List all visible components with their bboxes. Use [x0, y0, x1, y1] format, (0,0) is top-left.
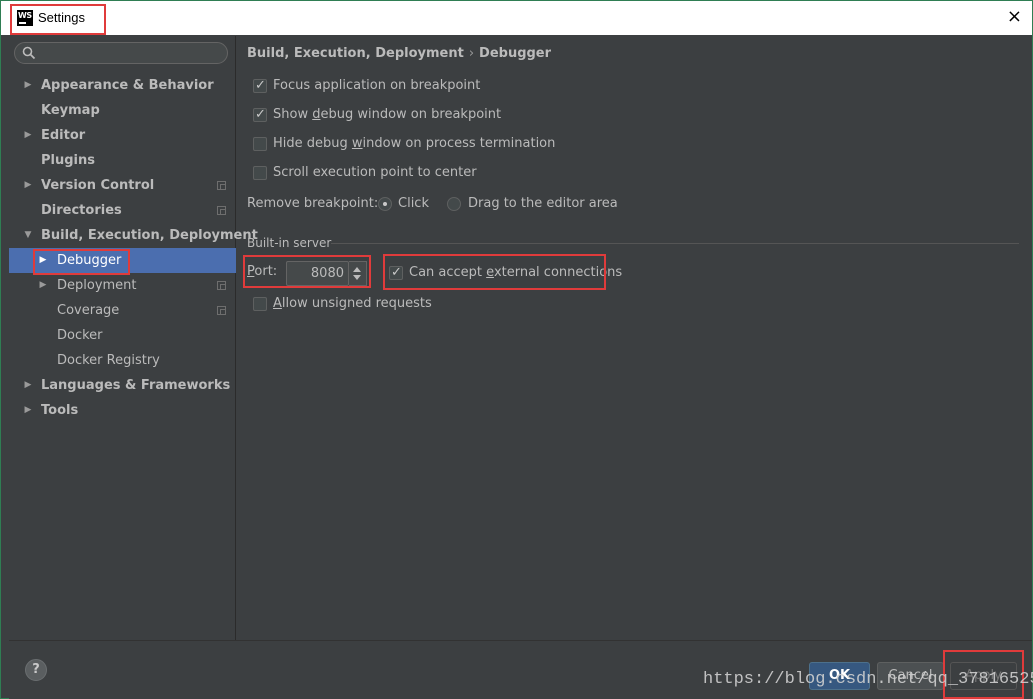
annotation-box-title — [10, 4, 106, 35]
annotation-box-accept — [383, 254, 606, 290]
sidebar-item-directories[interactable]: Directories — [9, 198, 236, 223]
project-scope-icon — [217, 281, 226, 290]
help-icon[interactable]: ? — [25, 659, 47, 681]
sidebar-item-appearance[interactable]: ▶ Appearance & Behavior — [9, 73, 236, 98]
project-scope-icon — [217, 306, 226, 315]
sidebar-item-label: Docker Registry — [57, 353, 160, 368]
remove-breakpoint-drag-radio[interactable] — [447, 197, 461, 211]
builtin-server-title: Built-in server — [247, 236, 332, 250]
sidebar-item-version-control[interactable]: ▶ Version Control — [9, 173, 236, 198]
project-scope-icon — [217, 181, 226, 190]
scroll-execution-label: Scroll execution point to center — [273, 165, 477, 180]
sidebar-item-label: Tools — [41, 403, 79, 418]
sidebar-item-label: Coverage — [57, 303, 120, 318]
sidebar-item-plugins[interactable]: Plugins — [9, 148, 236, 173]
sidebar-item-label: Appearance & Behavior — [41, 78, 214, 93]
sidebar-item-docker-registry[interactable]: Docker Registry — [9, 348, 236, 373]
settings-tree: ▶ Appearance & Behavior Keymap ▶ Editor … — [9, 73, 258, 423]
breadcrumb-current: Debugger — [479, 46, 552, 61]
sidebar-item-label: Editor — [41, 128, 86, 143]
sidebar-item-tools[interactable]: ▶ Tools — [9, 398, 236, 423]
sidebar-item-languages-frameworks[interactable]: ▶ Languages & Frameworks — [9, 373, 236, 398]
sidebar-item-docker[interactable]: Docker — [9, 323, 236, 348]
show-debug-window-checkbox[interactable] — [253, 105, 267, 125]
settings-sidebar: ▶ Appearance & Behavior Keymap ▶ Editor … — [9, 36, 258, 640]
sidebar-item-label: Plugins — [41, 153, 95, 168]
title-bar: WS Settings × — [1, 1, 1032, 35]
sidebar-item-label: Directories — [41, 203, 122, 218]
sidebar-item-build-execution-deployment[interactable]: ▼ Build, Execution, Deployment — [9, 223, 258, 248]
project-scope-icon — [217, 206, 226, 215]
chevron-down-icon[interactable]: ▼ — [23, 223, 33, 248]
show-debug-window-label: Show debug window on breakpoint — [273, 107, 502, 122]
sidebar-item-label: Version Control — [41, 178, 155, 193]
chevron-right-icon[interactable]: ▶ — [23, 398, 33, 423]
focus-app-label: Focus application on breakpoint — [273, 78, 481, 93]
sidebar-item-label: Keymap — [41, 103, 100, 118]
remove-breakpoint-click-label[interactable]: Click — [398, 196, 429, 211]
chevron-right-icon[interactable]: ▶ — [23, 123, 33, 148]
sidebar-item-label: Deployment — [57, 278, 137, 293]
chevron-right-icon[interactable]: ▶ — [23, 73, 33, 98]
remove-breakpoint-drag-label[interactable]: Drag to the editor area — [468, 196, 618, 211]
sidebar-item-coverage[interactable]: Coverage — [9, 298, 236, 323]
search-input[interactable] — [14, 42, 228, 64]
search-icon — [22, 46, 36, 60]
remove-breakpoint-label: Remove breakpoint: — [247, 196, 379, 211]
breadcrumb: Build, Execution, Deployment › Debugger — [247, 46, 551, 61]
annotation-box-port — [243, 255, 371, 288]
sidebar-item-deployment[interactable]: ▶ Deployment — [9, 273, 236, 298]
breadcrumb-parent: Build, Execution, Deployment — [247, 46, 464, 61]
watermark-text: https://blog.csdn.net/qq_37816525 — [703, 670, 1033, 689]
chevron-right-icon[interactable]: ▶ — [38, 273, 48, 298]
remove-breakpoint-click-radio[interactable] — [378, 197, 392, 211]
focus-app-checkbox[interactable] — [253, 76, 267, 96]
annotation-box-debugger — [33, 249, 130, 275]
sidebar-item-label: Docker — [57, 328, 103, 343]
hide-debug-window-label: Hide debug window on process termination — [273, 136, 556, 151]
allow-unsigned-label: Allow unsigned requests — [273, 296, 432, 311]
sidebar-item-label: Build, Execution, Deployment — [41, 228, 258, 243]
chevron-right-icon[interactable]: ▶ — [23, 173, 33, 198]
settings-window: WS Settings × ▶ Appearance & Behavior Ke… — [0, 0, 1033, 699]
chevron-right-icon[interactable]: ▶ — [23, 373, 33, 398]
sidebar-item-keymap[interactable]: Keymap — [9, 98, 236, 123]
scroll-execution-checkbox[interactable] — [253, 166, 267, 180]
close-icon[interactable]: × — [1007, 8, 1022, 26]
section-divider — [331, 243, 1019, 244]
breadcrumb-separator: › — [468, 46, 475, 61]
sidebar-item-label: Languages & Frameworks — [41, 378, 231, 393]
sidebar-item-editor[interactable]: ▶ Editor — [9, 123, 236, 148]
hide-debug-window-checkbox[interactable] — [253, 137, 267, 151]
allow-unsigned-checkbox[interactable] — [253, 297, 267, 311]
debugger-settings-panel: Build, Execution, Deployment › Debugger Fo… — [237, 36, 1032, 640]
